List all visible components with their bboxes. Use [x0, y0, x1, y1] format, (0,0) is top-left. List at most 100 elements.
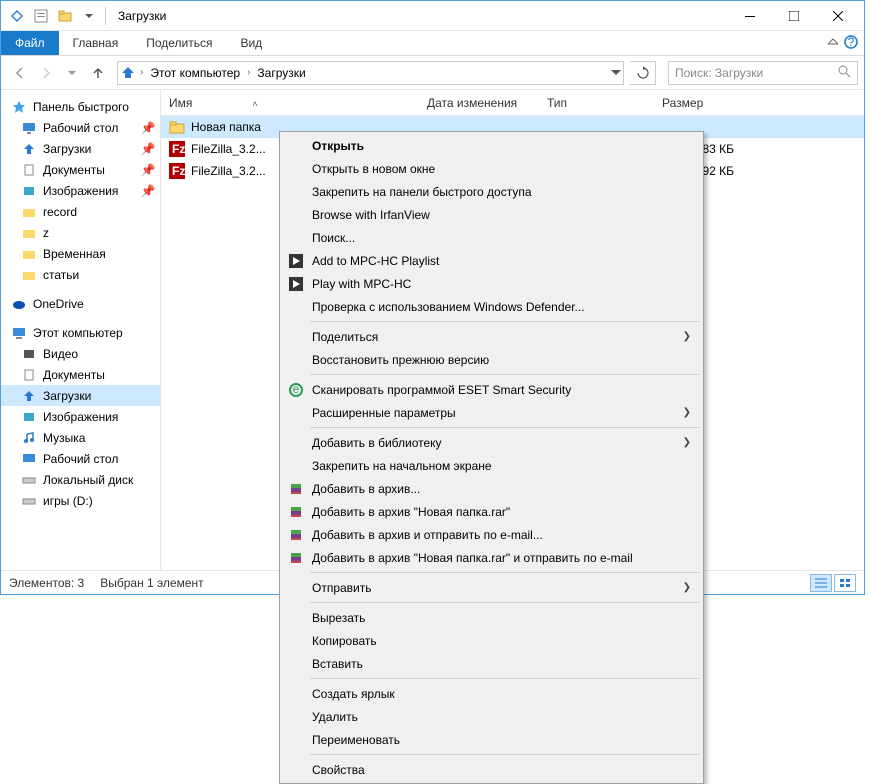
context-menu-item[interactable]: Добавить в архив... [282, 477, 701, 500]
col-name[interactable]: Имя˄ [169, 96, 427, 110]
sidebar-item-documents-pc[interactable]: Документы [1, 364, 160, 385]
context-menu-label: Переименовать [312, 733, 400, 747]
breadcrumb-root[interactable]: Этот компьютер [147, 66, 243, 80]
app-icon[interactable] [5, 4, 29, 28]
context-menu-item[interactable]: Расширенные параметры❯ [282, 401, 701, 424]
context-menu-item[interactable]: Вставить [282, 652, 701, 675]
help-icon[interactable]: ? [844, 35, 858, 52]
nav-up-button[interactable] [85, 60, 111, 86]
rar-icon [288, 550, 304, 566]
qat-properties-icon[interactable] [29, 4, 53, 28]
context-menu-item[interactable]: Открыть [282, 134, 701, 157]
sidebar-item-documents[interactable]: Документы📌 [1, 159, 160, 180]
context-menu-item[interactable]: Add to MPC-HC Playlist [282, 249, 701, 272]
breadcrumb-current[interactable]: Загрузки [254, 66, 308, 80]
context-menu-item[interactable]: Поиск... [282, 226, 701, 249]
context-menu-item[interactable]: Поделиться❯ [282, 325, 701, 348]
context-menu-item[interactable]: Добавить в архив "Новая папка.rar" [282, 500, 701, 523]
music-icon [21, 430, 37, 446]
col-size[interactable]: Размер [662, 96, 742, 110]
context-menu-label: Вставить [312, 657, 363, 671]
close-button[interactable] [816, 2, 860, 30]
address-dropdown-icon[interactable] [611, 66, 621, 80]
context-menu-item[interactable]: Открыть в новом окне [282, 157, 701, 180]
tab-share[interactable]: Поделиться [132, 31, 226, 55]
tab-home[interactable]: Главная [59, 31, 133, 55]
view-icons-button[interactable] [834, 574, 856, 592]
status-item-count: Элементов: 3 [9, 576, 84, 590]
sidebar-this-pc[interactable]: Этот компьютер [1, 322, 160, 343]
ribbon-right: ? [822, 31, 864, 55]
context-menu: Открыть Открыть в новом окне Закрепить на … [279, 131, 704, 784]
pin-icon: 📌 [140, 162, 156, 178]
context-menu-item[interactable]: Копировать [282, 629, 701, 652]
context-menu-item[interactable]: Browse with IrfanView [282, 203, 701, 226]
sort-indicator-icon: ˄ [252, 99, 257, 109]
sidebar-item-z[interactable]: z [1, 222, 160, 243]
context-menu-label: Создать ярлык [312, 687, 395, 701]
sidebar-quick-access[interactable]: Панель быстрого [1, 96, 160, 117]
nav-back-button[interactable] [7, 60, 33, 86]
sidebar-item-pictures[interactable]: Изображения📌 [1, 180, 160, 201]
sidebar-onedrive[interactable]: OneDrive [1, 293, 160, 314]
context-menu-item[interactable]: Вырезать [282, 606, 701, 629]
context-menu-item[interactable]: Свойства [282, 758, 701, 781]
qat-newfolder-icon[interactable] [53, 4, 77, 28]
column-headers: Имя˄ Дата изменения Тип Размер [161, 90, 864, 116]
sidebar-item-localdisk[interactable]: Локальный диск [1, 469, 160, 490]
context-menu-label: Отправить [312, 581, 372, 595]
context-menu-item[interactable]: Добавить в архив "Новая папка.rar" и отп… [282, 546, 701, 569]
filezilla-icon: Fz [169, 163, 185, 179]
nav-recent-dropdown[interactable] [59, 60, 85, 86]
sidebar-item-pictures-pc[interactable]: Изображения [1, 406, 160, 427]
pictures-icon [21, 409, 37, 425]
context-menu-item[interactable]: Закрепить на начальном экране [282, 454, 701, 477]
context-menu-item[interactable]: Восстановить прежнюю версию [282, 348, 701, 371]
chevron-right-icon[interactable]: › [140, 67, 143, 78]
maximize-button[interactable] [772, 2, 816, 30]
context-menu-separator [310, 754, 699, 755]
sidebar-item-downloads[interactable]: Загрузки📌 [1, 138, 160, 159]
filezilla-icon: Fz [169, 141, 185, 157]
chevron-right-icon: ❯ [683, 407, 691, 418]
sidebar-item-music[interactable]: Музыка [1, 427, 160, 448]
ribbon-expand-icon[interactable] [828, 36, 838, 50]
context-menu-label: Add to MPC-HC Playlist [312, 254, 439, 268]
context-menu-item[interactable]: Удалить [282, 705, 701, 728]
context-menu-item[interactable]: Добавить в библиотеку❯ [282, 431, 701, 454]
folder-icon [169, 119, 185, 135]
tab-view[interactable]: Вид [226, 31, 276, 55]
refresh-button[interactable] [630, 61, 656, 85]
col-type[interactable]: Тип [547, 96, 662, 110]
qat-dropdown-icon[interactable] [77, 4, 101, 28]
context-menu-item[interactable]: eСканировать программой ESET Smart Secur… [282, 378, 701, 401]
context-menu-item[interactable]: Добавить в архив и отправить по e-mail..… [282, 523, 701, 546]
nav-forward-button[interactable] [33, 60, 59, 86]
search-icon[interactable] [838, 65, 851, 81]
sidebar-item-articles[interactable]: статьи [1, 264, 160, 285]
sidebar-item-temp[interactable]: Временная [1, 243, 160, 264]
context-menu-label: Открыть в новом окне [312, 162, 435, 176]
context-menu-item[interactable]: Play with MPC-HC [282, 272, 701, 295]
context-menu-item[interactable]: Проверка с использованием Windows Defend… [282, 295, 701, 318]
chevron-right-icon[interactable]: › [247, 67, 250, 78]
context-menu-item[interactable]: Создать ярлык [282, 682, 701, 705]
address-bar[interactable]: › Этот компьютер › Загрузки [117, 61, 624, 85]
downloads-icon [21, 141, 37, 157]
minimize-button[interactable] [728, 2, 772, 30]
sidebar-item-games-d[interactable]: игры (D:) [1, 490, 160, 511]
sidebar-item-downloads-pc[interactable]: Загрузки [1, 385, 160, 406]
context-menu-label: Добавить в архив... [312, 482, 420, 496]
onedrive-icon [11, 296, 27, 312]
sidebar-item-videos[interactable]: Видео [1, 343, 160, 364]
view-details-button[interactable] [810, 574, 832, 592]
col-date[interactable]: Дата изменения [427, 96, 547, 110]
tab-file[interactable]: Файл [1, 31, 59, 55]
context-menu-item[interactable]: Отправить❯ [282, 576, 701, 599]
sidebar-item-desktop-pc[interactable]: Рабочий стол [1, 448, 160, 469]
context-menu-item[interactable]: Закрепить на панели быстрого доступа [282, 180, 701, 203]
sidebar-item-record[interactable]: record [1, 201, 160, 222]
context-menu-item[interactable]: Переименовать [282, 728, 701, 751]
sidebar-item-desktop[interactable]: Рабочий стол📌 [1, 117, 160, 138]
search-box[interactable]: Поиск: Загрузки [668, 61, 858, 85]
